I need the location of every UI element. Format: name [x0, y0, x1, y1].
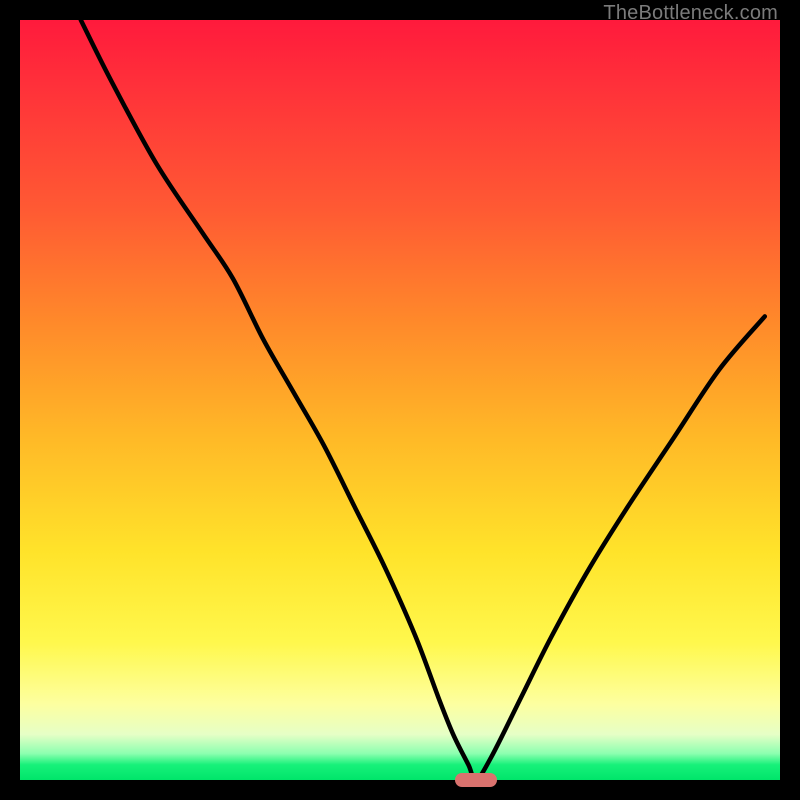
watermark-text: TheBottleneck.com	[603, 2, 778, 25]
chart-frame: TheBottleneck.com	[0, 0, 800, 800]
curve-path	[81, 20, 765, 780]
chart-plot-area	[20, 20, 780, 780]
optimal-marker	[455, 773, 497, 787]
bottleneck-curve	[20, 20, 780, 780]
